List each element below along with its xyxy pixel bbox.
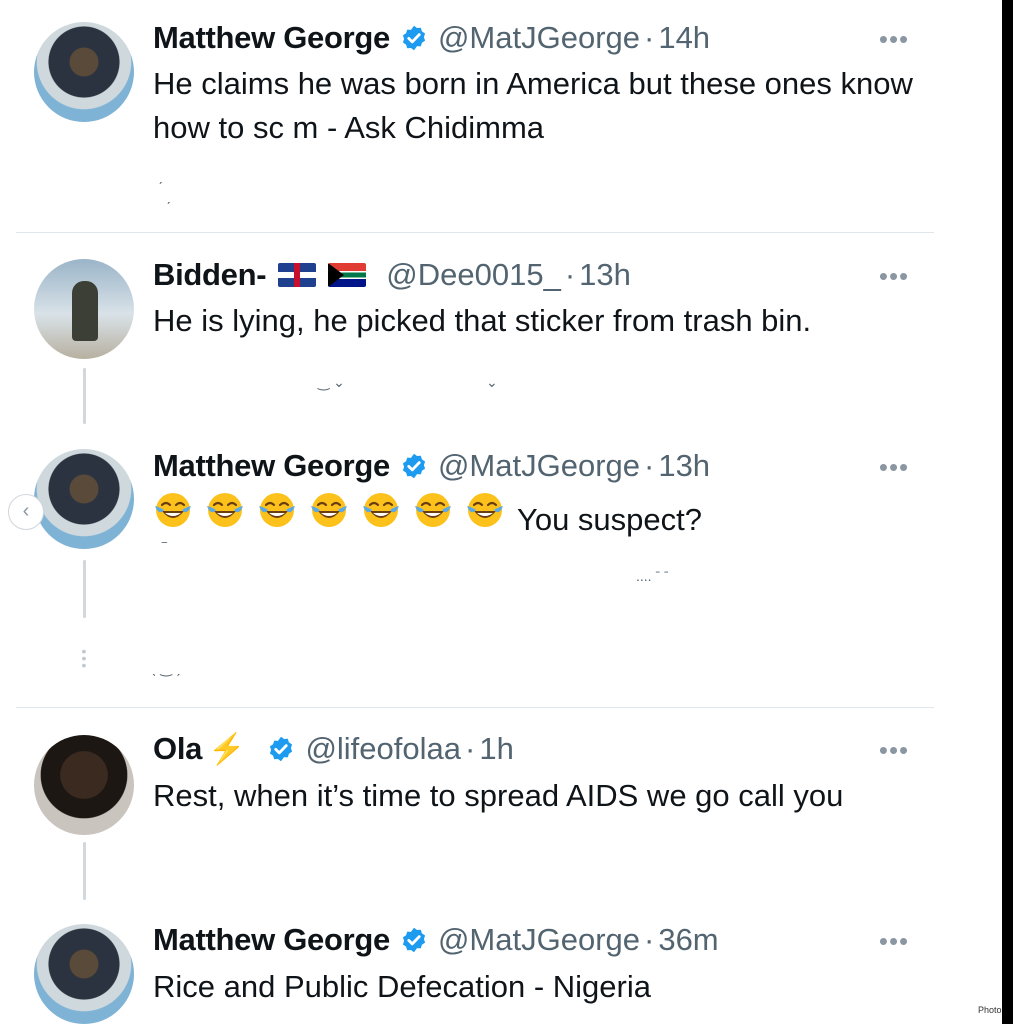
south-africa-flag-icon bbox=[328, 263, 367, 287]
author-handle[interactable]: @MatJGeorge bbox=[438, 20, 640, 56]
image-fragment: ‿ ⌄ bbox=[318, 374, 345, 390]
avatar[interactable] bbox=[34, 449, 134, 549]
timestamp[interactable]: 36m bbox=[658, 922, 718, 958]
verified-badge-icon bbox=[402, 453, 426, 479]
previous-arrow-icon[interactable]: ‹ bbox=[8, 494, 44, 530]
more-options-icon[interactable]: ••• bbox=[872, 261, 916, 292]
image-fragment: ˏ bbox=[166, 188, 171, 204]
divider bbox=[16, 707, 934, 708]
timestamp[interactable]: 14h bbox=[658, 20, 710, 56]
timestamp[interactable]: 13h bbox=[579, 257, 631, 293]
avatar[interactable] bbox=[34, 22, 134, 122]
author-name[interactable]: Matthew George bbox=[153, 448, 390, 484]
image-fragment: ˏ bbox=[158, 168, 163, 184]
face-with-tears-of-joy-icon bbox=[155, 493, 191, 527]
tweet-header: Matthew George @MatJGeorge · 13h bbox=[153, 446, 710, 486]
tweet-text: Rest, when it’s time to spread AIDS we g… bbox=[153, 778, 844, 813]
avatar[interactable] bbox=[34, 924, 134, 1024]
more-options-icon[interactable]: ••• bbox=[872, 452, 916, 483]
separator-dot: · bbox=[644, 20, 655, 55]
collapsed-thread-icon[interactable]: • • • bbox=[80, 644, 88, 672]
tweet-header: Matthew George @MatJGeorge · 36m bbox=[153, 920, 719, 960]
face-with-tears-of-joy-icon bbox=[207, 493, 243, 527]
right-edge-bar bbox=[1002, 0, 1013, 1024]
timestamp[interactable]: 13h bbox=[658, 448, 710, 484]
author-handle[interactable]: @MatJGeorge bbox=[438, 922, 640, 958]
avatar[interactable] bbox=[34, 259, 134, 359]
divider bbox=[16, 232, 934, 233]
face-with-tears-of-joy-icon bbox=[467, 493, 503, 527]
tweet-header: Matthew George @MatJGeorge · 14h bbox=[153, 18, 710, 58]
tweet-text: He claims he was born in America but the… bbox=[153, 66, 913, 145]
tweet-text: You suspect? bbox=[153, 490, 933, 542]
more-options-icon[interactable]: ••• bbox=[872, 24, 916, 55]
author-handle[interactable]: @Dee0015_ bbox=[386, 257, 561, 293]
verified-badge-icon bbox=[270, 736, 293, 762]
image-fragment: ˎ ‿ ˏ bbox=[152, 660, 181, 676]
uk-flag-icon bbox=[278, 263, 317, 287]
tweet-text: Rice and Public Defecation - Nigeria bbox=[153, 969, 651, 1004]
image-fragment: ⌄ bbox=[486, 374, 498, 390]
tweet-text-body: You suspect? bbox=[517, 502, 703, 537]
author-name[interactable]: Matthew George bbox=[153, 922, 390, 958]
face-with-tears-of-joy-icon bbox=[415, 493, 451, 527]
separator-dot: · bbox=[644, 922, 655, 957]
tweet-panel: Matthew George @MatJGeorge · 14h ••• He … bbox=[0, 0, 1011, 1024]
thread-line bbox=[83, 560, 86, 618]
thread-line bbox=[83, 842, 86, 900]
image-fragment: ‾ bbox=[162, 540, 167, 556]
image-fragment: .... ˉ ˉ bbox=[636, 568, 669, 584]
emoji-row bbox=[153, 490, 517, 530]
more-options-icon[interactable]: ••• bbox=[872, 735, 916, 766]
thread-line bbox=[83, 368, 86, 424]
face-with-tears-of-joy-icon bbox=[363, 493, 399, 527]
soldier-figure bbox=[72, 281, 98, 341]
author-handle[interactable]: @MatJGeorge bbox=[438, 448, 640, 484]
author-handle[interactable]: @lifeofolaa bbox=[305, 731, 461, 767]
author-name[interactable]: Ola bbox=[153, 731, 202, 767]
tweet-header: Ola ⚡ @lifeofolaa · 1h bbox=[153, 729, 514, 769]
avatar[interactable] bbox=[34, 735, 134, 835]
face-with-tears-of-joy-icon bbox=[259, 493, 295, 527]
more-options-icon[interactable]: ••• bbox=[872, 926, 916, 957]
separator-dot: · bbox=[564, 257, 576, 292]
tweet-text: He is lying, he picked that sticker from… bbox=[153, 303, 812, 338]
verified-badge-icon bbox=[402, 927, 426, 953]
face-with-tears-of-joy-icon bbox=[311, 493, 347, 527]
separator-dot: · bbox=[644, 448, 655, 483]
separator-dot: · bbox=[465, 731, 476, 766]
author-name[interactable]: Matthew George bbox=[153, 20, 390, 56]
author-name[interactable]: Bidden- bbox=[153, 257, 267, 293]
verified-badge-icon bbox=[402, 25, 426, 51]
lightning-icon: ⚡ bbox=[208, 732, 246, 766]
tweet-header: Bidden- @Dee0015_ · 13h bbox=[153, 255, 631, 295]
timestamp[interactable]: 1h bbox=[479, 731, 513, 767]
